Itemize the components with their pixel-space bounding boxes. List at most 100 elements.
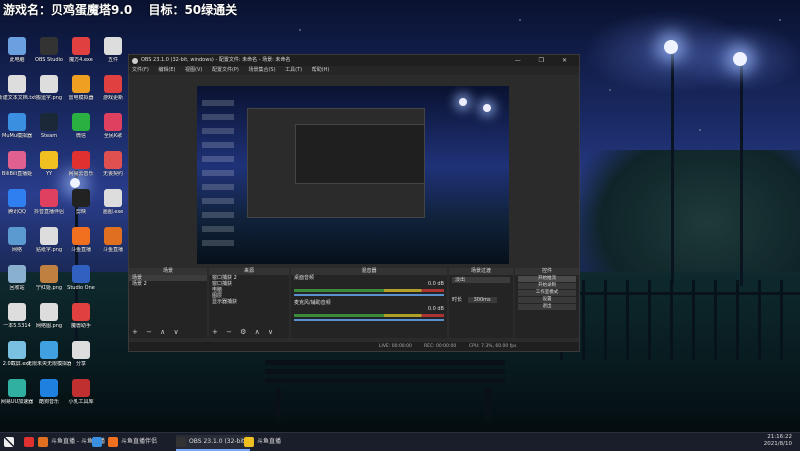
app-icon: [8, 37, 26, 55]
desktop-icon[interactable]: 分享: [59, 341, 103, 367]
start-recording-button[interactable]: 开始录制: [518, 283, 576, 289]
app-icon: [72, 379, 90, 397]
taskbar-item[interactable]: OBS 23.1.0 (32-bit...: [176, 435, 251, 451]
app-icon: [104, 75, 122, 93]
app-icon: [40, 379, 58, 397]
obs-app-icon: [132, 58, 138, 64]
menu-scene-collection[interactable]: 场景集合(S): [248, 67, 275, 73]
preview-desktop-icons: [202, 100, 234, 250]
app-icon: [72, 37, 90, 55]
obs-window-title: OBS 23.1.0 (32-bit, windows) - 配置文件: 未命名…: [141, 57, 291, 63]
start-button[interactable]: [4, 435, 18, 449]
window-controls[interactable]: — ❐ ✕: [515, 55, 575, 66]
taskbar-app-icon: [92, 436, 102, 447]
desktop-icon[interactable]: Studio One: [59, 265, 103, 291]
street-lamp-light: [664, 40, 678, 54]
wallpaper-fence-rail: [560, 292, 800, 295]
taskbar-app-icon: [244, 436, 254, 447]
app-icon: [72, 189, 90, 207]
preview-lamp: [459, 98, 467, 106]
app-icon: [72, 227, 90, 245]
app-icon: [72, 113, 90, 131]
cpu-status: CPU: 7.3%, 60.00 fps: [469, 344, 517, 349]
app-icon: [40, 265, 58, 283]
taskbar-item-label: 斗鱼直播: [257, 438, 282, 445]
transition-duration-row: 时长 300ms: [449, 297, 513, 303]
app-icon: [8, 341, 26, 359]
live-status: LIVE: 00:00:00: [379, 344, 412, 349]
street-lamp-light: [70, 178, 80, 188]
transition-duration-input[interactable]: 300ms: [467, 297, 497, 303]
mixer-panel: 混音器 桌面音频 0.0 dB 麦克风/辅助音频 0.0 dB: [291, 268, 447, 338]
taskbar-app-icon: [176, 436, 186, 447]
obs-title-bar[interactable]: OBS 23.1.0 (32-bit, windows) - 配置文件: 未命名…: [129, 55, 579, 66]
desktop-icon[interactable]: 魔兽助手: [59, 303, 103, 329]
source-item[interactable]: 显示器捕获: [209, 299, 289, 305]
street-lamp-post: [740, 56, 743, 286]
taskbar: 斗鱼直播 - 斗鱼直播 斗鱼直播伴侣 OBS 23.1.0 (32-bit... 斗鱼…: [0, 432, 800, 451]
menu-profile[interactable]: 配置文件(P): [212, 67, 239, 73]
app-icon: [104, 151, 122, 169]
taskbar-item[interactable]: 斗鱼直播: [244, 435, 281, 449]
clock-time: 21:16:22: [767, 434, 792, 440]
controls-panel-title: 控件: [515, 268, 579, 275]
street-lamp-light: [733, 52, 747, 66]
exit-button[interactable]: 退出: [518, 304, 576, 310]
obs-preview[interactable]: [197, 86, 509, 264]
scene-item[interactable]: 场景 2: [129, 281, 207, 287]
sources-footer-buttons[interactable]: + − ⚙ ∧ ∨: [212, 328, 276, 336]
app-icon: [40, 151, 58, 169]
transition-duration-label: 时长: [452, 297, 463, 303]
desktop-icon-label: 魔兽助手: [70, 323, 91, 329]
obs-status-bar: LIVE: 00:00:00 REC: 00:00:00 CPU: 7.3%, …: [129, 342, 579, 351]
taskbar-item[interactable]: [24, 435, 37, 449]
app-icon: [8, 227, 26, 245]
scenes-panel-title: 场景: [129, 268, 207, 275]
menu-edit[interactable]: 编辑(E): [158, 67, 175, 73]
controls-panel: 控件 开始推流 开始录制 工作室模式 设置 退出: [515, 268, 579, 338]
app-icon: [72, 265, 90, 283]
obs-window[interactable]: OBS 23.1.0 (32-bit, windows) - 配置文件: 未命名…: [128, 54, 580, 352]
taskbar-clock[interactable]: 21:16:22 2021/8/10: [764, 434, 792, 448]
desktop-icon-label: 小乳工具库: [68, 399, 94, 405]
clock-date: 2021/8/10: [763, 441, 792, 447]
scenes-panel: 场景 场景 场景 2 + − ∧ ∨: [129, 268, 207, 338]
settings-button[interactable]: 设置: [518, 297, 576, 303]
taskbar-item-label: 斗鱼直播伴侣: [121, 438, 158, 445]
app-icon: [40, 341, 58, 359]
desktop-icon[interactable]: 小乳工具库: [59, 379, 103, 405]
taskbar-item[interactable]: [92, 435, 105, 449]
app-icon: [8, 189, 26, 207]
app-icon: [8, 303, 26, 321]
desktop-icon-label: 分享: [75, 361, 86, 367]
app-icon: [40, 303, 58, 321]
volume-slider[interactable]: [294, 319, 444, 321]
start-streaming-button[interactable]: 开始推流: [518, 276, 576, 282]
app-icon: [8, 379, 26, 397]
app-icon: [40, 37, 58, 55]
app-icon: [104, 227, 122, 245]
menu-help[interactable]: 帮助(H): [312, 67, 330, 73]
app-icon: [72, 75, 90, 93]
scenes-footer-buttons[interactable]: + − ∧ ∨: [132, 328, 182, 336]
app-icon: [40, 113, 58, 131]
game-name-text: 游戏名：贝鸡蛋魔塔9.0: [3, 3, 133, 17]
volume-slider[interactable]: [294, 294, 444, 296]
desktop-icon-label: Studio One: [67, 285, 95, 291]
app-icon: [72, 151, 90, 169]
menu-tools[interactable]: 工具(T): [285, 67, 302, 73]
menu-file[interactable]: 文件(F): [132, 67, 149, 73]
taskbar-item[interactable]: 斗鱼直播伴侣: [108, 435, 157, 449]
transition-select[interactable]: 淡出: [452, 277, 510, 283]
rec-status: REC: 00:00:00: [424, 344, 457, 349]
app-icon: [8, 113, 26, 131]
app-icon: [72, 303, 90, 321]
studio-mode-button[interactable]: 工作室模式: [518, 290, 576, 296]
menu-view[interactable]: 视图(V): [185, 67, 202, 73]
app-icon: [104, 189, 122, 207]
transitions-panel-title: 场景过渡: [449, 268, 513, 275]
app-icon: [40, 227, 58, 245]
transitions-panel: 场景过渡 淡出 时长 300ms: [449, 268, 513, 338]
app-icon: [8, 75, 26, 93]
preview-lamp: [483, 104, 491, 112]
